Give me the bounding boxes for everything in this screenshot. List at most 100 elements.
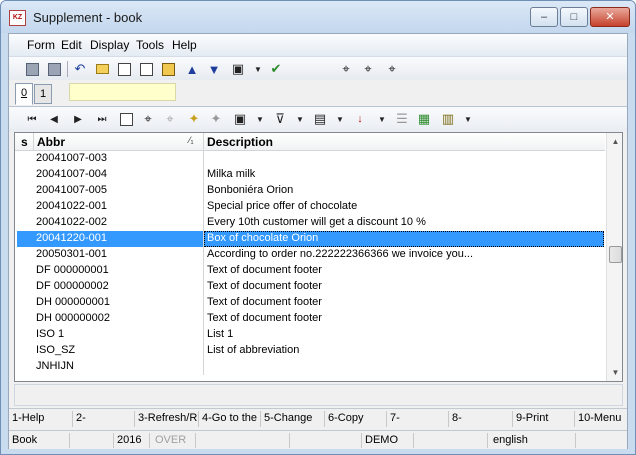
find-previous-icon[interactable]: ⌖ [383,60,401,78]
open-folder-icon[interactable] [93,60,111,78]
abbr-cell[interactable]: DF 000000001 [36,263,109,278]
scroll-down-icon[interactable]: ▼ [607,364,622,381]
description-cell[interactable]: Text of document footer [207,311,322,326]
vertical-scrollbar[interactable]: ▲ ▼ [606,133,622,381]
fkey-7[interactable]: 7- [390,412,448,424]
abbr-cell[interactable]: ISO_SZ [36,343,75,358]
title-bar[interactable]: KZ Supplement - book – □ ✕ [1,1,635,33]
new-page-icon[interactable] [115,60,133,78]
description-cell[interactable]: Text of document footer [207,295,322,310]
binoculars-icon[interactable]: ⌖ [337,60,355,78]
table-row[interactable]: 20041007-004 Milka milk [15,167,605,183]
table-row[interactable]: DF 000000001 Text of document footer [15,263,605,279]
fkey-3[interactable]: 3-Refresh/R [138,412,198,424]
table-row[interactable]: DH 000000002 Text of document footer [15,311,605,327]
refresh-icon[interactable] [117,110,135,128]
table-row[interactable]: 20041022-001 Special price offer of choco… [15,199,605,215]
save-icon[interactable] [23,60,41,78]
filter-icon[interactable]: ⊽ [271,110,289,128]
fkey-4[interactable]: 4-Go to the [202,412,260,424]
save-as-icon[interactable] [45,60,63,78]
menu-form[interactable]: Form [27,38,55,52]
description-cell[interactable]: According to order no.222222366366 we in… [207,247,473,262]
first-record-icon[interactable]: ⏮ [23,110,41,128]
state-column-header[interactable]: s [21,135,28,149]
table-row-selected[interactable]: 20041220-001 Box of chocolate Orion [15,231,605,247]
previous-record-icon[interactable]: ◀ [45,110,63,128]
camera-icon[interactable]: ▣ [229,60,247,78]
description-cell[interactable]: List 1 [207,327,233,342]
arrow-up-icon[interactable]: ▲ [183,60,201,78]
table-row[interactable]: 20041007-005 Bonboniéra Orion [15,183,605,199]
abbr-cell[interactable]: 20041220-001 [36,231,107,246]
table-row[interactable]: JNHIJN [15,359,605,375]
add-star-icon[interactable]: ✦ [185,110,203,128]
columns-dropdown-icon[interactable]: ▼ [331,110,349,128]
tab-0[interactable]: 0 [15,83,33,105]
abbr-cell[interactable]: DH 000000002 [36,311,110,326]
sort-az-icon[interactable]: ↓ [351,110,369,128]
records-grid[interactable]: s Abbr ⁄₁ Description 20041007-003 200410… [14,132,623,382]
copy-page-icon[interactable] [137,60,155,78]
table-row[interactable]: 20041022-002 Every 10th customer will get… [15,215,605,231]
table-row[interactable]: 20041007-003 [15,151,605,167]
abbr-cell[interactable]: 20041007-004 [36,167,107,182]
last-record-icon[interactable]: ⏭ [93,110,111,128]
scroll-thumb[interactable] [609,246,622,263]
report-dropdown-icon[interactable]: ▼ [459,110,477,128]
abbr-cell[interactable]: 20041007-003 [36,151,107,166]
abbr-cell[interactable]: 20041022-002 [36,215,107,230]
description-cell[interactable]: Box of chocolate Orion [207,231,318,246]
menu-display[interactable]: Display [90,38,129,52]
table-row[interactable]: ISO 1 List 1 [15,327,605,343]
columns-icon[interactable]: ▤ [311,110,329,128]
search-binoculars-icon[interactable]: ⌖ [139,110,157,128]
description-cell[interactable]: Text of document footer [207,279,322,294]
table-row[interactable]: 20050301-001 According to order no.222222… [15,247,605,263]
undo-icon[interactable]: ↶ [71,60,89,78]
fkey-5[interactable]: 5-Change [264,412,324,424]
description-cell[interactable]: Bonboniéra Orion [207,183,293,198]
description-cell[interactable]: Text of document footer [207,263,322,278]
camera-dropdown-icon[interactable]: ▼ [249,60,267,78]
book-icon[interactable] [159,60,177,78]
abbr-cell[interactable]: 20041007-005 [36,183,107,198]
description-cell[interactable]: Special price offer of chocolate [207,199,357,214]
menu-help[interactable]: Help [172,38,197,52]
snapshot-dropdown-icon[interactable]: ▼ [251,110,269,128]
maximize-button[interactable]: □ [560,7,588,27]
description-column-header[interactable]: Description [207,135,273,149]
filter-dropdown-icon[interactable]: ▼ [291,110,309,128]
abbr-cell[interactable]: ISO 1 [36,327,64,342]
abbr-cell[interactable]: 20050301-001 [36,247,107,262]
export-excel-icon[interactable]: ▦ [415,110,433,128]
fkey-8[interactable]: 8- [452,412,512,424]
scroll-up-icon[interactable]: ▲ [607,133,622,150]
arrow-down-icon[interactable]: ▼ [205,60,223,78]
abbr-cell[interactable]: JNHIJN [36,359,74,374]
description-cell[interactable]: Every 10th customer will get a discount … [207,215,426,230]
abbr-cell[interactable]: DF 000000002 [36,279,109,294]
filter-check-icon[interactable]: ✔ [267,60,285,78]
abbr-cell[interactable]: DH 000000001 [36,295,110,310]
menu-edit[interactable]: Edit [61,38,82,52]
sort-dropdown-icon[interactable]: ▼ [373,110,391,128]
tab-1[interactable]: 1 [34,84,52,104]
find-next-icon[interactable]: ⌖ [359,60,377,78]
description-cell[interactable]: Milka milk [207,167,255,182]
report-icon[interactable]: ▥ [439,110,457,128]
fkey-2[interactable]: 2- [76,412,134,424]
snapshot-icon[interactable]: ▣ [231,110,249,128]
close-button[interactable]: ✕ [590,7,630,27]
fkey-6[interactable]: 6-Copy [328,412,386,424]
next-record-icon[interactable]: ▶ [69,110,87,128]
table-row[interactable]: ISO_SZ List of abbreviation [15,343,605,359]
fkey-9[interactable]: 9-Print [516,412,574,424]
menu-tools[interactable]: Tools [136,38,164,52]
abbr-column-header[interactable]: Abbr [37,135,65,149]
description-cell[interactable]: List of abbreviation [207,343,299,358]
fkey-1[interactable]: 1-Help [12,412,72,424]
fkey-10[interactable]: 10-Menu [578,412,626,424]
minimize-button[interactable]: – [530,7,558,27]
table-row[interactable]: DF 000000002 Text of document footer [15,279,605,295]
